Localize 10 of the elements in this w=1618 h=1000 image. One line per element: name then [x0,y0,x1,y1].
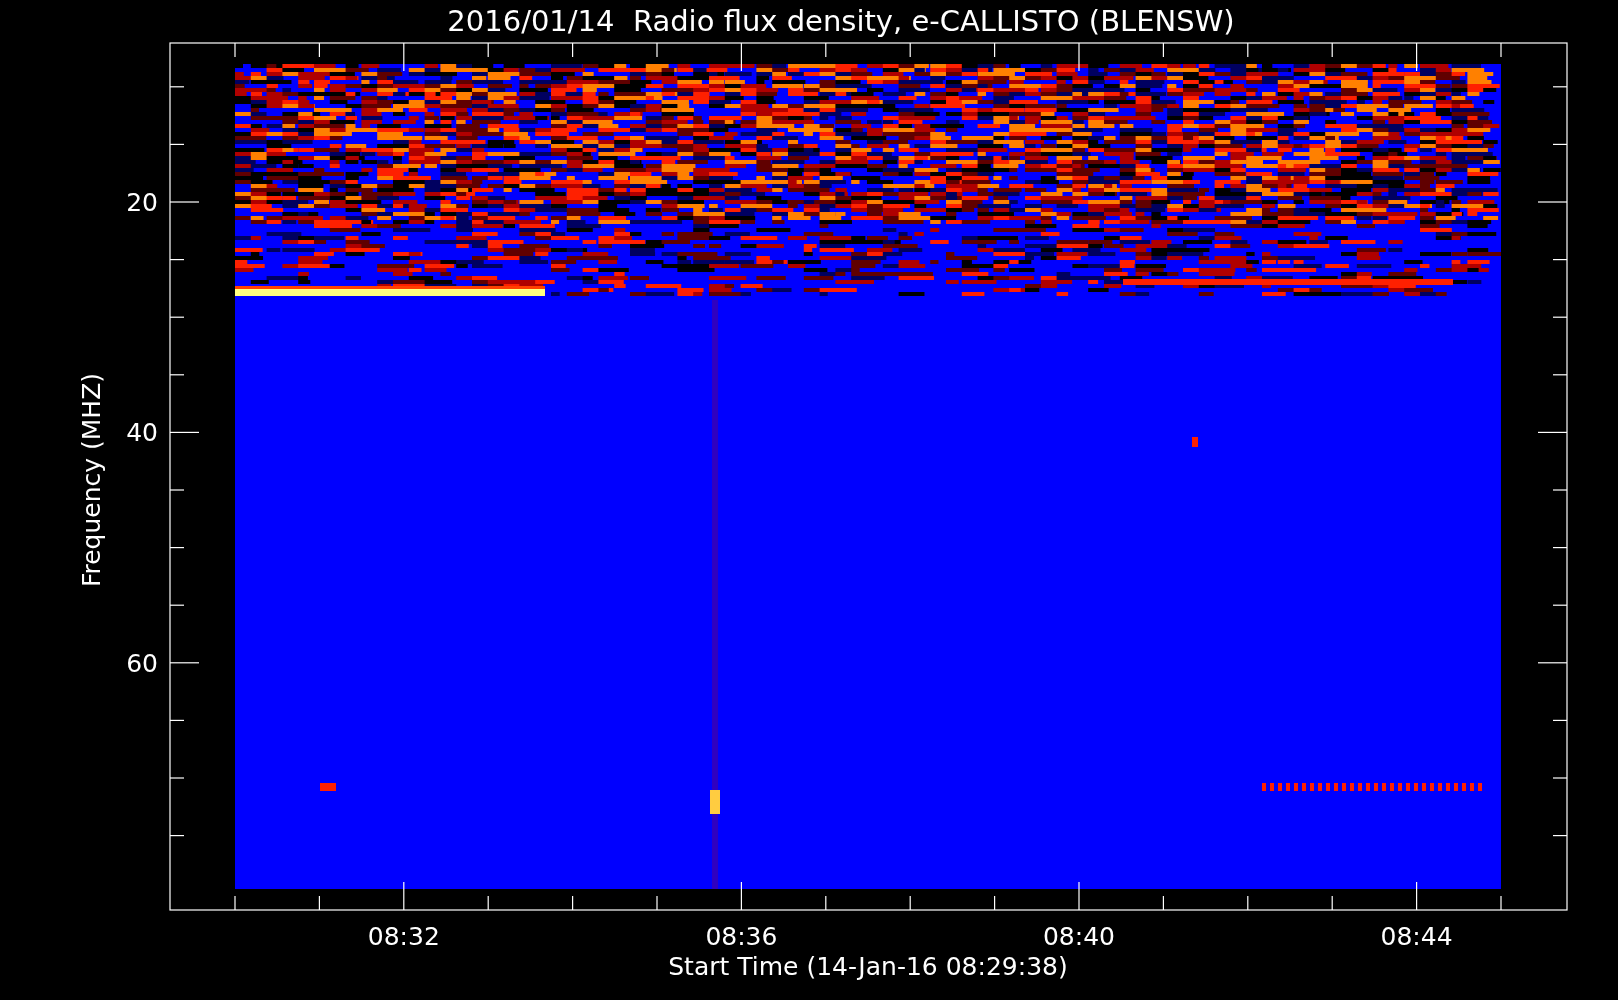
axis-title: Start Time (14-Jan-16 08:29:38) [668,952,1068,981]
axis-tick-label: 08:36 [705,922,778,951]
axis-tick-label: 40 [126,418,158,448]
axis-tick-label: 20 [126,188,158,217]
axis-tick-label: 08:44 [1380,922,1453,951]
axis-tick-label: 08:40 [1043,922,1115,951]
axis-tick-label: 60 [126,648,158,678]
axis-tick-label: 08:32 [367,922,440,951]
chart-title: 2016/01/14 Radio flux density, e-CALLISTO (BLENSW) [447,4,1235,38]
axis-title: Frequency (MHZ) [77,372,106,588]
